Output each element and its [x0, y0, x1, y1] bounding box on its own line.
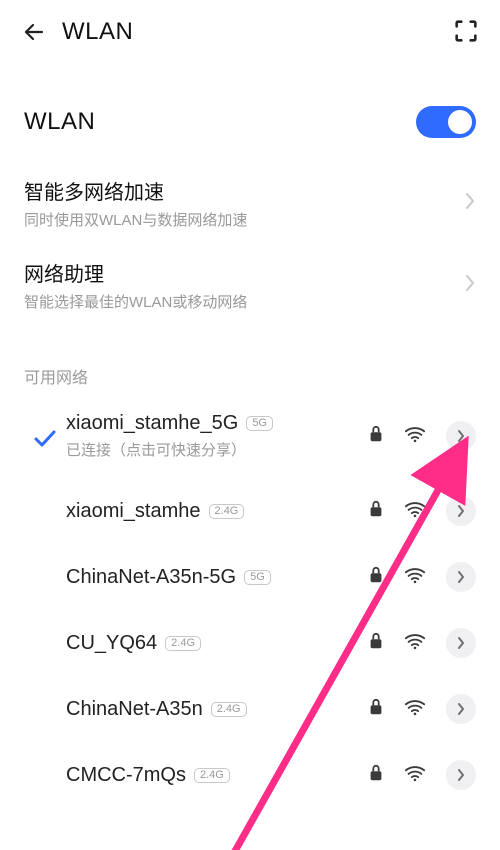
- back-arrow-icon: [22, 20, 46, 44]
- content-section: WLAN 智能多网络加速 同时使用双WLAN与数据网络加速 网络助理 智能选择最…: [0, 106, 500, 808]
- back-button[interactable]: [18, 16, 50, 48]
- network-ssid: CU_YQ64: [66, 632, 157, 655]
- network-icons: [368, 760, 476, 790]
- accel-subtitle: 同时使用双WLAN与数据网络加速: [24, 209, 247, 230]
- lock-icon: [368, 500, 384, 523]
- available-networks-label: 可用网络: [24, 364, 476, 388]
- network-status: 已连接（点击可快速分享）: [66, 439, 360, 460]
- network-band-badge: 5G: [244, 570, 271, 585]
- wlan-toggle[interactable]: [416, 106, 476, 138]
- connected-check-icon: [24, 641, 66, 645]
- network-main: ChinaNet-A35n 2.4G: [66, 698, 360, 721]
- network-details-button[interactable]: [446, 421, 476, 451]
- network-main: xiaomi_stamhe_5G 5G 已连接（点击可快速分享）: [66, 412, 360, 460]
- network-icons: [368, 562, 476, 592]
- chevron-right-icon: [464, 191, 476, 216]
- lock-icon: [368, 566, 384, 589]
- network-details-button[interactable]: [446, 694, 476, 724]
- network-row[interactable]: ChinaNet-A35n-5G 5G: [24, 544, 476, 610]
- connected-check-icon: [24, 509, 66, 513]
- network-ssid: xiaomi_stamhe: [66, 500, 201, 523]
- lock-icon: [368, 764, 384, 787]
- network-row[interactable]: xiaomi_stamhe_5G 5G 已连接（点击可快速分享）: [24, 394, 476, 478]
- network-band-badge: 2.4G: [165, 636, 201, 651]
- network-row[interactable]: xiaomi_stamhe 2.4G: [24, 478, 476, 544]
- wifi-signal-icon: [404, 764, 426, 787]
- network-ssid: ChinaNet-A35n-5G: [66, 566, 236, 589]
- chevron-right-icon: [464, 273, 476, 298]
- network-details-button[interactable]: [446, 760, 476, 790]
- wlan-label: WLAN: [24, 108, 95, 136]
- lock-icon: [368, 698, 384, 721]
- network-band-badge: 5G: [246, 416, 273, 431]
- network-row[interactable]: CU_YQ64 2.4G: [24, 610, 476, 676]
- connected-check-icon: [24, 575, 66, 579]
- network-ssid: xiaomi_stamhe_5G: [66, 412, 238, 435]
- top-bar: WLAN: [0, 0, 500, 64]
- assist-title: 网络助理: [24, 258, 247, 287]
- lock-icon: [368, 632, 384, 655]
- scan-icon: [452, 17, 480, 45]
- network-details-button[interactable]: [446, 628, 476, 658]
- toggle-knob: [448, 110, 472, 134]
- assist-subtitle: 智能选择最佳的WLAN或移动网络: [24, 291, 247, 312]
- lock-icon: [368, 425, 384, 448]
- wlan-settings-screen: { "header": { "title": "WLAN" }, "main":…: [0, 0, 500, 850]
- wlan-toggle-row: WLAN: [24, 106, 476, 138]
- scan-qr-button[interactable]: [452, 17, 482, 47]
- network-band-badge: 2.4G: [211, 702, 247, 717]
- network-assistant-row[interactable]: 网络助理 智能选择最佳的WLAN或移动网络: [24, 244, 476, 326]
- accel-title: 智能多网络加速: [24, 176, 247, 205]
- network-main: CMCC-7mQs 2.4G: [66, 764, 360, 787]
- connected-check-icon: [24, 707, 66, 711]
- network-icons: [368, 496, 476, 526]
- network-ssid: ChinaNet-A35n: [66, 698, 203, 721]
- network-band-badge: 2.4G: [194, 768, 230, 783]
- network-details-button[interactable]: [446, 562, 476, 592]
- network-main: CU_YQ64 2.4G: [66, 632, 360, 655]
- network-details-button[interactable]: [446, 496, 476, 526]
- wifi-signal-icon: [404, 500, 426, 523]
- wifi-signal-icon: [404, 566, 426, 589]
- network-list: xiaomi_stamhe_5G5G已连接（点击可快速分享）xiaomi_sta…: [24, 394, 476, 808]
- network-row[interactable]: ChinaNet-A35n 2.4G: [24, 676, 476, 742]
- network-ssid: CMCC-7mQs: [66, 764, 186, 787]
- wifi-signal-icon: [404, 632, 426, 655]
- network-main: xiaomi_stamhe 2.4G: [66, 500, 360, 523]
- multi-network-accel-row[interactable]: 智能多网络加速 同时使用双WLAN与数据网络加速: [24, 162, 476, 244]
- wifi-signal-icon: [404, 698, 426, 721]
- network-icons: [368, 421, 476, 451]
- connected-check-icon: [24, 424, 66, 448]
- wifi-signal-icon: [404, 425, 426, 448]
- network-icons: [368, 694, 476, 724]
- network-band-badge: 2.4G: [209, 504, 245, 519]
- connected-check-icon: [24, 773, 66, 777]
- network-icons: [368, 628, 476, 658]
- page-title: WLAN: [62, 18, 133, 46]
- network-main: ChinaNet-A35n-5G 5G: [66, 566, 360, 589]
- network-row[interactable]: CMCC-7mQs 2.4G: [24, 742, 476, 808]
